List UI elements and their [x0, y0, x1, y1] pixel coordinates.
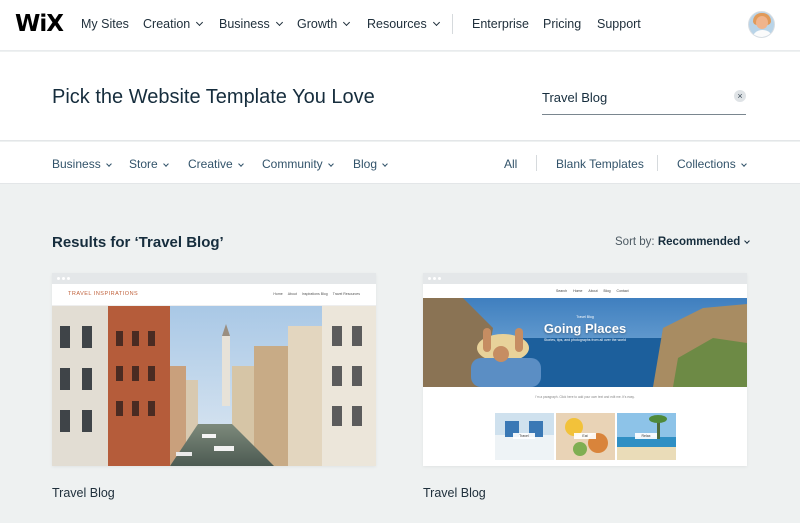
browser-bar — [52, 273, 376, 284]
category-business[interactable]: Business — [52, 157, 112, 171]
sort-label: Sort by: — [615, 236, 655, 248]
chevron-down-icon — [237, 161, 244, 167]
top-nav: WiX My Sites Creation Business Growth Re… — [0, 0, 800, 51]
chevron-down-icon — [740, 161, 747, 167]
page-title: Pick the Website Template You Love — [52, 86, 375, 108]
category-label: Business — [52, 157, 101, 171]
nav-label: Pricing — [543, 17, 582, 31]
venice-canal-illustration — [52, 306, 376, 466]
wix-logo[interactable]: WiX — [15, 11, 64, 37]
preview-menu-item: Blog — [603, 289, 611, 293]
nav-resources[interactable]: Resources — [367, 17, 440, 31]
chevron-down-icon — [744, 238, 751, 244]
preview-menu-item: About — [588, 289, 598, 293]
category-label: Blog — [353, 157, 378, 171]
preview-thumb: Travel — [495, 413, 554, 460]
category-creative[interactable]: Creative — [188, 157, 244, 171]
venice-canal-photo — [52, 306, 376, 466]
nav-support[interactable]: Support — [597, 17, 641, 31]
preview-header: TRAVEL INSPIRATIONS Home About Inspirati… — [52, 284, 376, 306]
preview-menu-item: Travel Resources — [332, 292, 360, 296]
template-card[interactable]: Search Home About Blog Contact Travel Bl… — [423, 273, 747, 466]
chevron-down-icon — [105, 161, 112, 167]
nav-creation[interactable]: Creation — [143, 17, 204, 31]
browser-dot — [438, 277, 441, 280]
category-collections[interactable]: Collections — [677, 157, 747, 171]
category-label: Community — [262, 157, 323, 171]
hero-subtitle: Stories, tips, and photographs from all … — [544, 338, 626, 342]
nav-my-sites[interactable]: My Sites — [81, 17, 129, 31]
preview-hero: Travel Blog Going Places Stories, tips, … — [423, 298, 747, 387]
hero-kicker: Travel Blog — [576, 315, 594, 319]
preview-menu-item: Contact — [616, 289, 629, 293]
browser-dot — [67, 277, 70, 280]
category-label: Creative — [188, 157, 233, 171]
thumb-label: Relax — [635, 433, 657, 439]
template-name[interactable]: Travel Blog — [52, 486, 115, 500]
category-bar: Business Store Creative Community Blog A… — [0, 142, 800, 184]
nav-label: Support — [597, 17, 641, 31]
preview-intro: I'm a paragraph. Click here to add your … — [535, 395, 635, 399]
preview-menu: Home About Inspirations Blog Travel Reso… — [269, 292, 360, 296]
nav-label: Growth — [297, 17, 338, 31]
nav-growth[interactable]: Growth — [297, 17, 351, 31]
category-blog[interactable]: Blog — [353, 157, 388, 171]
browser-dot — [428, 277, 431, 280]
avatar[interactable] — [748, 11, 775, 38]
nav-label: Creation — [143, 17, 191, 31]
thumb-label: Eat — [574, 433, 596, 439]
preview-logo: TRAVEL INSPIRATIONS — [68, 291, 139, 297]
browser-dot — [57, 277, 60, 280]
nav-pricing[interactable]: Pricing — [543, 17, 581, 31]
nav-label: Enterprise — [472, 17, 529, 31]
thumb-label: Travel — [513, 433, 535, 439]
preview-menu: Search Home About Blog Contact — [551, 289, 629, 293]
clear-search-icon[interactable]: × — [734, 90, 746, 102]
category-all[interactable]: All — [504, 157, 517, 171]
nav-label: Resources — [367, 17, 427, 31]
preview-menu-item: About — [287, 292, 297, 296]
sort-dropdown[interactable]: Sort by: Recommended — [615, 236, 751, 248]
preview-thumb: Relax — [617, 413, 676, 460]
category-store[interactable]: Store — [129, 157, 169, 171]
category-blank-templates[interactable]: Blank Templates — [556, 157, 644, 171]
avatar-body — [752, 30, 773, 37]
chevron-down-icon — [196, 18, 204, 27]
chevron-down-icon — [162, 161, 169, 167]
chevron-down-icon — [343, 18, 351, 27]
chevron-down-icon — [382, 161, 388, 167]
search-box: × — [542, 85, 746, 115]
chevron-down-icon — [432, 18, 440, 27]
category-divider — [657, 155, 658, 171]
preview-menu-item: Home — [573, 289, 583, 293]
preview-menu-item: Search — [556, 289, 568, 293]
chevron-down-icon — [275, 18, 283, 27]
preview-menu-item: Home — [273, 292, 283, 296]
template-card[interactable]: TRAVEL INSPIRATIONS Home About Inspirati… — [52, 273, 376, 466]
nav-business[interactable]: Business — [219, 17, 283, 31]
preview-menu-item: Inspirations Blog — [301, 292, 328, 296]
sort-value: Recommended — [657, 236, 741, 248]
browser-dot — [433, 277, 436, 280]
template-name[interactable]: Travel Blog — [423, 486, 486, 500]
chevron-down-icon — [327, 161, 334, 167]
nav-divider — [452, 14, 453, 34]
preview-header: Search Home About Blog Contact — [423, 284, 747, 298]
avatar-face — [756, 16, 768, 29]
preview-thumb: Eat — [556, 413, 615, 460]
page-header: Pick the Website Template You Love × — [0, 52, 800, 141]
category-label: Collections — [677, 157, 736, 171]
hero-title: Going Places — [543, 321, 627, 336]
nav-enterprise[interactable]: Enterprise — [472, 17, 529, 31]
browser-dot — [62, 277, 65, 280]
nav-label: My Sites — [81, 17, 129, 31]
results-title: Results for ‘Travel Blog’ — [52, 234, 224, 251]
category-community[interactable]: Community — [262, 157, 334, 171]
category-divider — [536, 155, 537, 171]
search-input[interactable] — [542, 85, 722, 109]
browser-bar — [423, 273, 747, 284]
category-label: Store — [129, 157, 158, 171]
nav-label: Business — [219, 17, 270, 31]
